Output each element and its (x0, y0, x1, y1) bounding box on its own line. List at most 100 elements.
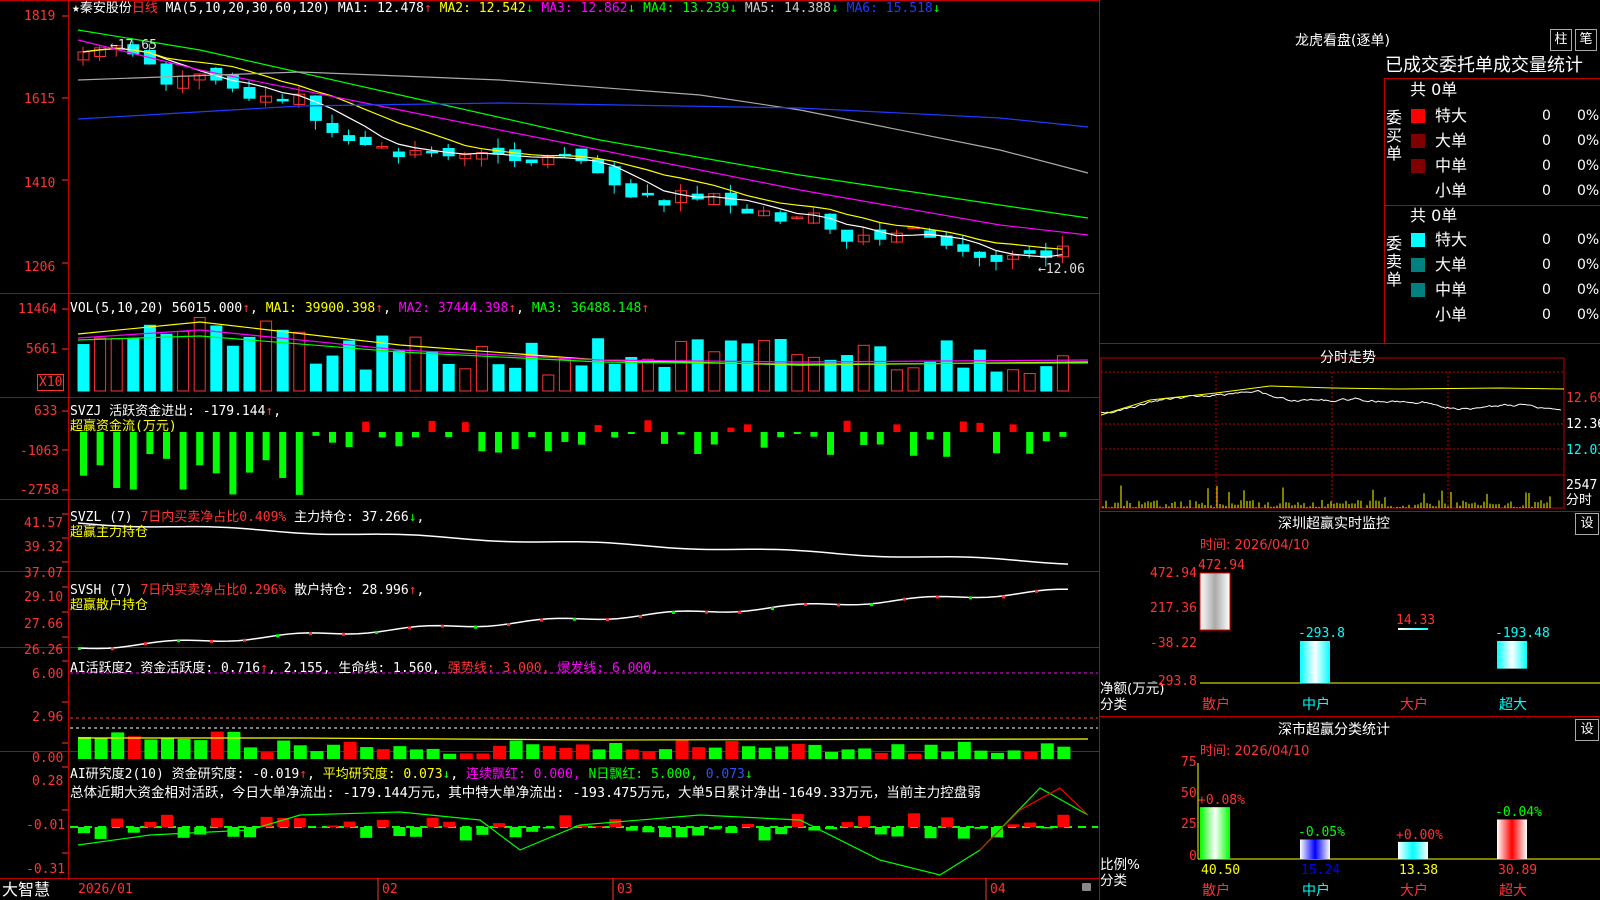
research-bar (542, 827, 555, 829)
activity-bar-red (260, 752, 274, 759)
volume-bar-up (708, 351, 721, 392)
ma5-value: MA5: 14.388 (744, 1, 831, 16)
fund-outflow-bar (179, 432, 187, 490)
fund-outflow-bar (262, 432, 270, 461)
ai-research-arrow: ↑ (299, 767, 308, 782)
date-tick-1: 2026/01 (78, 882, 133, 897)
holding-marker (507, 623, 510, 627)
activity-bar-green (991, 752, 1004, 759)
holding-marker (969, 596, 972, 600)
ai-research-extra: 0.073 (705, 767, 745, 782)
period-label[interactable]: 日线 (132, 1, 158, 16)
lhb-buy-total: 共 0单 (1410, 80, 1458, 99)
stock-chart-canvas[interactable] (0, 0, 1100, 900)
lhb-sell-total: 共 0单 (1410, 206, 1458, 225)
fund-outflow-bar (212, 432, 220, 474)
research-bar (891, 827, 904, 837)
activity-bar-red (343, 741, 357, 759)
fund-outflow-bar (1026, 432, 1034, 454)
classify-settings-button[interactable]: 设 (1575, 719, 1599, 741)
fund-outflow-bar (578, 432, 585, 445)
research-bar (825, 827, 837, 830)
activity-bar-green (974, 750, 988, 759)
volume-bar-down (924, 361, 937, 392)
research-bar (708, 827, 721, 830)
activity-bar-green (426, 748, 440, 759)
holding-marker (837, 603, 840, 607)
vol-unit-badge[interactable]: X10 (37, 374, 65, 391)
svzl-tick-3: 37.07 (24, 566, 64, 581)
ma3-value: MA3: 12.862 (541, 1, 628, 16)
volume-bar-up (542, 374, 555, 392)
ma-params: MA(5,10,20,30,60,120) (165, 1, 331, 16)
classify-tick-2: 50 (1181, 786, 1197, 801)
research-bar (924, 827, 937, 839)
monitor-category-label: 大户 (1400, 697, 1428, 713)
fund-outflow-bar (445, 432, 453, 438)
activity-bar-green (244, 747, 257, 759)
activity-bar-green (659, 749, 672, 759)
activity-bar-green (293, 745, 307, 759)
volume-bar-down (525, 342, 538, 392)
research-bar (1040, 827, 1053, 829)
fund-outflow-bar (860, 432, 868, 445)
holding-marker (1002, 595, 1005, 599)
activity-bar-green (609, 743, 623, 759)
lhb-sell-label: 委卖单 (1386, 234, 1403, 289)
activity-bar-red (476, 753, 490, 759)
lhb-bar-button[interactable]: 柱 (1550, 29, 1572, 51)
fund-inflow-bar (1009, 424, 1017, 432)
volume-bar-down (973, 349, 986, 392)
holding-marker (243, 638, 246, 642)
candle-down (741, 208, 754, 214)
ma3-arrow: ↓ (627, 1, 636, 16)
panel-border (0, 293, 1100, 294)
holding-marker (276, 634, 279, 638)
vol-arrow: ↑ (242, 301, 251, 316)
high-price-label: ←17.65 (110, 38, 157, 53)
panel-border (1099, 0, 1100, 900)
fund-inflow-bar (727, 427, 735, 432)
fund-outflow-bar (926, 432, 934, 440)
svzj-tick-2: -1063 (20, 444, 60, 459)
ma4-arrow: ↓ (729, 1, 738, 16)
research-bar (659, 827, 671, 838)
fund-inflow-bar (362, 421, 370, 432)
research-bar (1024, 822, 1037, 827)
activity-bar-red (725, 741, 739, 759)
monitor-time: 时间: 2026/04/10 (1200, 538, 1310, 553)
volume-bar-up (94, 337, 107, 392)
holding-marker (111, 647, 114, 651)
activity-bar-red (692, 747, 706, 759)
vol-ma2-arrow: ↑ (508, 301, 517, 316)
ai-active-tick-3: 0.00 (32, 751, 64, 766)
monitor-bar-value: -193.48 (1495, 626, 1550, 641)
monitor-settings-button[interactable]: 设 (1575, 513, 1599, 535)
price-tick-4: 1206 (24, 260, 56, 275)
research-bar (642, 827, 655, 833)
lhb-sell-category: 特大 (1435, 230, 1468, 249)
monitor-category-label: 超大 (1499, 697, 1527, 713)
candle-down (309, 95, 322, 121)
classify-bar-value: 30.89 (1498, 863, 1538, 878)
monitor-bar-超大 (1497, 641, 1527, 669)
fund-outflow-bar (246, 432, 253, 473)
activity-bar-green (941, 751, 955, 759)
lhb-sell-percent: 0% (1577, 307, 1600, 323)
volume-bar-down (492, 364, 505, 392)
lhb-sell-category: 中单 (1435, 280, 1468, 299)
lock-icon[interactable] (1082, 883, 1091, 891)
svzl-tick-2: 39.32 (24, 540, 64, 555)
holding-marker (804, 602, 807, 606)
svsh-tick-3: 26.26 (24, 643, 64, 658)
volume-bar-up (110, 337, 123, 392)
stock-name[interactable]: ★秦安股份 (72, 1, 132, 16)
research-bar (1057, 814, 1070, 827)
volume-bar-down (127, 337, 140, 392)
activity-bar-red (493, 745, 506, 759)
volume-bar-up (1056, 355, 1069, 392)
right-panel-border (1100, 716, 1600, 717)
lhb-stroke-button[interactable]: 笔 (1575, 29, 1597, 51)
fenshi-title: 分时走势 (1320, 350, 1376, 366)
fund-inflow-bar (893, 424, 901, 432)
